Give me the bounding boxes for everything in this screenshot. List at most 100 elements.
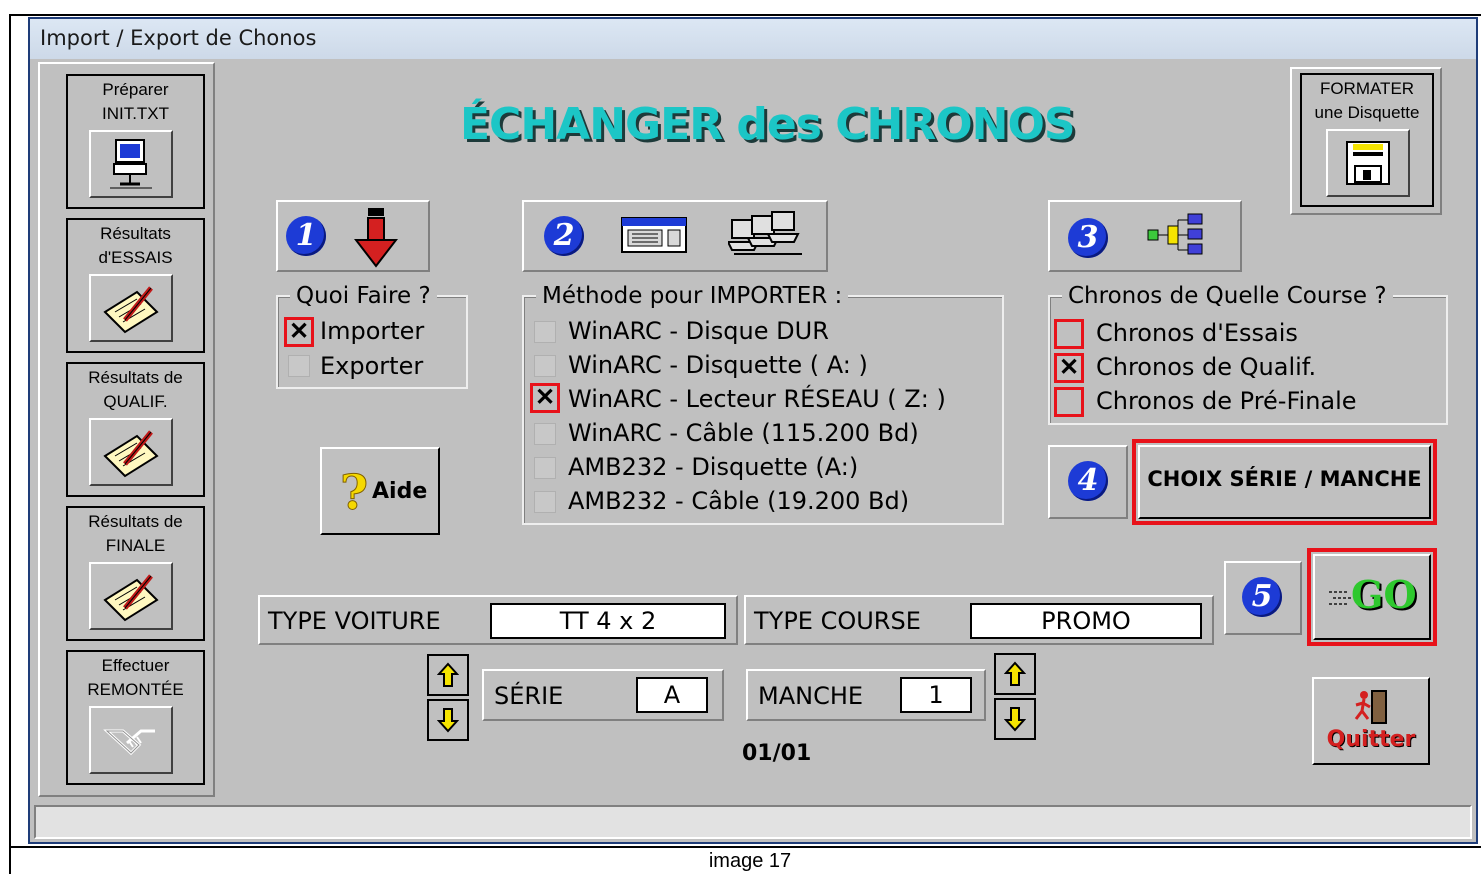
choix-serie-manche-label: CHOIX SÉRIE / MANCHE: [1147, 467, 1422, 491]
winarc-disque-dur-checkbox[interactable]: [534, 321, 556, 343]
format-pane: FORMATER une Disquette: [1290, 67, 1442, 215]
step-number-5: 5: [1242, 577, 1282, 617]
quoi-faire-group: Quoi Faire ? Importer Exporter: [276, 283, 468, 389]
serie-field[interactable]: A: [636, 677, 708, 713]
manche-label: MANCHE: [758, 682, 864, 710]
sidebar-item-label: Résultats de FINALE: [88, 512, 183, 555]
sidebar-item-label: Résultats de QUALIF.: [88, 368, 183, 411]
methode-title: Méthode pour IMPORTER :: [536, 283, 849, 309]
course-group: Chronos de Quelle Course ? Chronos d'Ess…: [1048, 283, 1448, 425]
title-bar: Import / Export de Chonos: [30, 19, 1476, 59]
step5-panel: 5: [1224, 561, 1302, 635]
document-border-top: [9, 14, 1481, 16]
winarc-reseau-checkbox[interactable]: [530, 383, 560, 413]
manche-field[interactable]: 1: [900, 677, 972, 713]
chronos-prefinale-label: Chronos de Pré-Finale: [1096, 387, 1357, 415]
type-voiture-row: TYPE VOITURE TT 4 x 2: [258, 595, 738, 645]
amb232-disquette-label: AMB232 - Disquette (A:): [568, 453, 859, 481]
floppy-disk-icon: [1326, 129, 1410, 197]
quitter-button[interactable]: Quitter: [1312, 677, 1430, 765]
course-title: Chronos de Quelle Course ?: [1062, 283, 1393, 309]
arrow-down-icon: [437, 708, 459, 733]
exporter-checkbox[interactable]: [288, 355, 310, 377]
exit-door-icon: [1354, 690, 1387, 724]
sidebar-item-qualif[interactable]: Résultats de QUALIF.: [66, 362, 205, 497]
step-number-4: 4: [1068, 461, 1108, 501]
chronos-prefinale-checkbox[interactable]: [1054, 387, 1084, 417]
arrow-up-icon: [1004, 661, 1026, 686]
arrow-up-icon: [437, 662, 459, 687]
step4-panel: 4: [1048, 445, 1128, 519]
step-number-3: 3: [1068, 218, 1108, 258]
import-down-arrow-icon: [354, 208, 398, 268]
handshake-icon: [89, 706, 173, 774]
format-disk-button[interactable]: FORMATER une Disquette: [1300, 73, 1434, 207]
chronos-essais-label: Chronos d'Essais: [1096, 319, 1298, 347]
winarc-cable-checkbox[interactable]: [534, 423, 556, 445]
step3-panel: 3: [1048, 200, 1242, 272]
manche-row: MANCHE 1: [746, 669, 986, 721]
main-heading: ÉCHANGER des CHRONOS: [460, 99, 1076, 150]
arrow-down-icon: [1004, 707, 1026, 732]
manche-down-button[interactable]: [994, 698, 1036, 740]
type-voiture-label: TYPE VOITURE: [268, 607, 441, 635]
hierarchy-tree-icon: [1147, 213, 1203, 255]
import-export-window: Import / Export de Chonos Préparer INIT.…: [28, 17, 1478, 844]
choix-serie-manche-button[interactable]: CHOIX SÉRIE / MANCHE: [1138, 445, 1431, 519]
pencil-note-icon: [89, 418, 173, 486]
sidebar-item-essais[interactable]: Résultats d'ESSAIS: [66, 218, 205, 353]
exporter-label: Exporter: [320, 352, 424, 380]
status-bar: [34, 805, 1472, 839]
winarc-reseau-label: WinARC - Lecteur RÉSEAU ( Z: ): [568, 385, 946, 413]
sidebar-item-label: Préparer INIT.TXT: [101, 80, 170, 123]
type-course-row: TYPE COURSE PROMO: [744, 595, 1214, 645]
amb232-cable-checkbox[interactable]: [534, 491, 556, 513]
serie-label: SÉRIE: [494, 682, 564, 710]
go-label: GO: [1351, 572, 1417, 617]
serie-up-button[interactable]: [427, 654, 469, 696]
importer-checkbox[interactable]: [284, 317, 314, 347]
sidebar-item-preparer[interactable]: Préparer INIT.TXT: [66, 74, 205, 209]
window-title: Import / Export de Chonos: [40, 26, 317, 50]
chronos-essais-checkbox[interactable]: [1054, 319, 1084, 349]
quitter-label: Quitter: [1326, 727, 1416, 752]
sidebar-item-label: Résultats d'ESSAIS: [98, 224, 173, 267]
winarc-disquette-checkbox[interactable]: [534, 355, 556, 377]
winarc-cable-label: WinARC - Câble (115.200 Bd): [568, 419, 919, 447]
document-border-bottom: [9, 846, 1481, 848]
sidebar-item-finale[interactable]: Résultats de FINALE: [66, 506, 205, 641]
amb232-disquette-checkbox[interactable]: [534, 457, 556, 479]
chronos-qualif-label: Chronos de Qualif.: [1096, 353, 1317, 381]
speed-lines-icon: [1329, 591, 1351, 605]
winarc-disque-dur-label: WinARC - Disque DUR: [568, 317, 829, 345]
type-course-field[interactable]: PROMO: [970, 603, 1202, 639]
winarc-disquette-label: WinARC - Disquette ( A: ): [568, 351, 868, 379]
step2-panel: 2: [522, 200, 828, 272]
pencil-note-icon: [89, 274, 173, 342]
aide-button[interactable]: ? Aide: [320, 447, 440, 535]
go-button[interactable]: GO: [1313, 554, 1431, 640]
type-voiture-field[interactable]: TT 4 x 2: [490, 603, 726, 639]
serie-down-button[interactable]: [427, 699, 469, 741]
svg-text:?: ?: [340, 465, 368, 517]
manche-up-button[interactable]: [994, 653, 1036, 695]
chronos-qualif-checkbox[interactable]: [1054, 353, 1084, 383]
document-border-left: [9, 14, 11, 874]
network-computers-icon: [728, 211, 802, 255]
step1-panel: 1: [276, 200, 430, 272]
computer-icon: [89, 130, 173, 198]
sidebar-item-label: Effectuer REMONTÉE: [87, 656, 184, 699]
step-number-1: 1: [286, 216, 326, 256]
window-icon: [621, 217, 687, 253]
format-disk-label: FORMATER une Disquette: [1314, 79, 1420, 122]
page-indicator: 01/01: [742, 741, 812, 766]
type-course-label: TYPE COURSE: [754, 607, 921, 635]
importer-label: Importer: [320, 317, 425, 345]
sidebar-item-remontee[interactable]: Effectuer REMONTÉE: [66, 650, 205, 785]
question-mark-icon: ?: [340, 465, 369, 517]
serie-row: SÉRIE A: [482, 669, 724, 721]
aide-label: Aide: [372, 479, 428, 504]
image-caption: image 17: [708, 850, 792, 872]
step-number-2: 2: [544, 216, 584, 256]
sidebar-pane: Préparer INIT.TXT Résultats d'ESSAIS Rés…: [38, 62, 215, 797]
